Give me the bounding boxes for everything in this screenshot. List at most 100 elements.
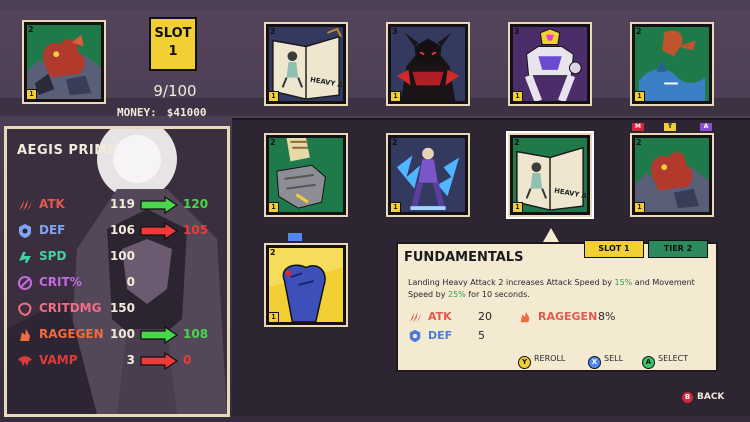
card-slot-5[interactable]: 2 1 (264, 133, 348, 217)
stat-name: VAMP (39, 353, 78, 367)
tag-a: A (700, 123, 712, 131)
stat-name: CRITDMG (39, 301, 102, 315)
b-button-icon: B (682, 392, 693, 403)
shield-icon (409, 329, 421, 343)
money-label: MONEY: (117, 106, 157, 119)
card-slot-3[interactable]: 3 1 (508, 22, 592, 106)
arrow-down-icon (140, 222, 179, 240)
card-tier: 2 (270, 138, 276, 147)
card-tier: 2 (514, 138, 520, 147)
card-tier: 2 (270, 248, 276, 257)
card-level: 1 (390, 91, 401, 102)
stat-value: 106 (109, 223, 135, 237)
tag-t: T (664, 123, 676, 131)
stat-value: 0 (126, 275, 135, 289)
stat-value: 119 (109, 197, 135, 211)
money-value: $41000 (166, 106, 207, 119)
tooltip-stat-value: 8% (598, 310, 616, 323)
stat-name: SPD (39, 249, 67, 263)
slot-badge: SLOT 1 (149, 17, 197, 71)
claw-icon (409, 311, 422, 323)
card-level: 1 (268, 202, 279, 213)
selected-card-preview: 2 1 (22, 20, 106, 104)
button-label: REROLL (534, 354, 566, 363)
hero-stats-panel: AEGIS PRIME ATK 119 120 DEF 106 105 SPD … (4, 126, 230, 417)
stat-row-spd: SPD 100 (13, 247, 227, 267)
wolf-shark-art (635, 27, 709, 101)
desc-text: for 10 seconds. (465, 290, 530, 299)
desc-highlight: 15% (614, 278, 633, 287)
card-level: 1 (512, 91, 523, 102)
card-slot-7-selected[interactable]: HEAVY ATTACK 2 1 (506, 131, 594, 219)
button-label: SELECT (658, 354, 689, 363)
card-slot-8[interactable]: 2 1 (630, 133, 714, 217)
stat-row-vamp: VAMP 3 0 (13, 351, 227, 371)
blue-fist-art (269, 248, 343, 322)
rage-icon (520, 311, 530, 323)
stat-name: RAGEGEN (39, 327, 104, 341)
heavy-attack-book-art: HEAVY ATTACK (269, 27, 343, 101)
stat-new-value: 105 (183, 223, 209, 237)
card-slot-9[interactable]: 2 1 (264, 243, 348, 327)
tooltip-tier-badge: TIER 2 (648, 240, 708, 258)
card-tooltip: FUNDAMENTALS SLOT 1 TIER 2 Landing Heavy… (396, 240, 718, 372)
card-level: 1 (390, 202, 401, 213)
stat-row-critdmg: CRITDMG 150 (13, 299, 227, 319)
card-tier: 3 (514, 27, 520, 36)
stat-row-def: DEF 106 105 (13, 221, 227, 241)
card-level: 1 (634, 202, 645, 213)
card-tier: 2 (270, 27, 276, 36)
tag-m: M (632, 123, 644, 131)
stat-new-value: 0 (183, 353, 192, 367)
speed-icon (19, 252, 31, 263)
card-slot-6[interactable]: 2 1 (386, 133, 470, 217)
arrow-up-icon (140, 326, 179, 344)
card-tier: 3 (392, 27, 398, 36)
tooltip-description: Landing Heavy Attack 2 increases Attack … (408, 277, 708, 301)
select-button[interactable]: A SELECT (642, 354, 688, 369)
tooltip-title: FUNDAMENTALS (404, 250, 524, 265)
tooltip-stat-name: ATK (428, 310, 452, 323)
crit-icon (18, 276, 32, 290)
back-button[interactable]: B BACK (682, 392, 724, 403)
money-display: MONEY: $41000 (117, 106, 207, 119)
stat-value: 100 (109, 327, 135, 341)
red-demon-art (391, 27, 465, 101)
card-tier: 2 (28, 25, 34, 34)
button-label: SELL (604, 354, 624, 363)
sell-button[interactable]: X SELL (588, 354, 623, 369)
card-tier: 2 (636, 27, 642, 36)
back-label: BACK (697, 392, 725, 402)
reroll-button[interactable]: Y REROLL (518, 354, 565, 369)
claw-icon (19, 199, 32, 211)
rage-icon (20, 329, 30, 341)
y-button-icon: Y (518, 356, 531, 369)
card-slot-4[interactable]: 2 1 (630, 22, 714, 106)
stat-value: 3 (126, 353, 135, 367)
stat-new-value: 120 (183, 197, 209, 211)
beast-warriors-art (635, 138, 709, 212)
tooltip-stat-value: 5 (478, 329, 485, 342)
card-tier: 2 (392, 138, 398, 147)
card-level: 1 (512, 202, 523, 213)
card-slot-1[interactable]: HEAVY ATTACK 2 1 (264, 22, 348, 106)
card-level: 1 (634, 91, 645, 102)
stat-row-atk: ATK 119 120 (13, 195, 227, 215)
stat-row-ragegen: RAGEGEN 100 108 (13, 325, 227, 345)
slot-number: 1 (168, 44, 178, 59)
stat-value: 100 (109, 249, 135, 263)
shield-icon (19, 224, 31, 238)
card-level: 1 (268, 312, 279, 323)
desc-highlight: 25% (447, 290, 466, 299)
card-slot-2[interactable]: 3 1 (386, 22, 470, 106)
beast-warriors-art (27, 25, 101, 99)
stat-new-value: 108 (183, 327, 209, 341)
x-button-icon: X (588, 356, 601, 369)
tooltip-stat-name: DEF (428, 329, 453, 342)
heavy-attack-book-art: HEAVY ATTACK (513, 138, 587, 212)
tooltip-stat-name: RAGEGEN (538, 310, 598, 323)
stat-name: CRIT% (39, 275, 82, 289)
tag-blue-icon (288, 233, 302, 241)
card-level: 1 (268, 91, 279, 102)
stat-name: DEF (39, 223, 66, 237)
